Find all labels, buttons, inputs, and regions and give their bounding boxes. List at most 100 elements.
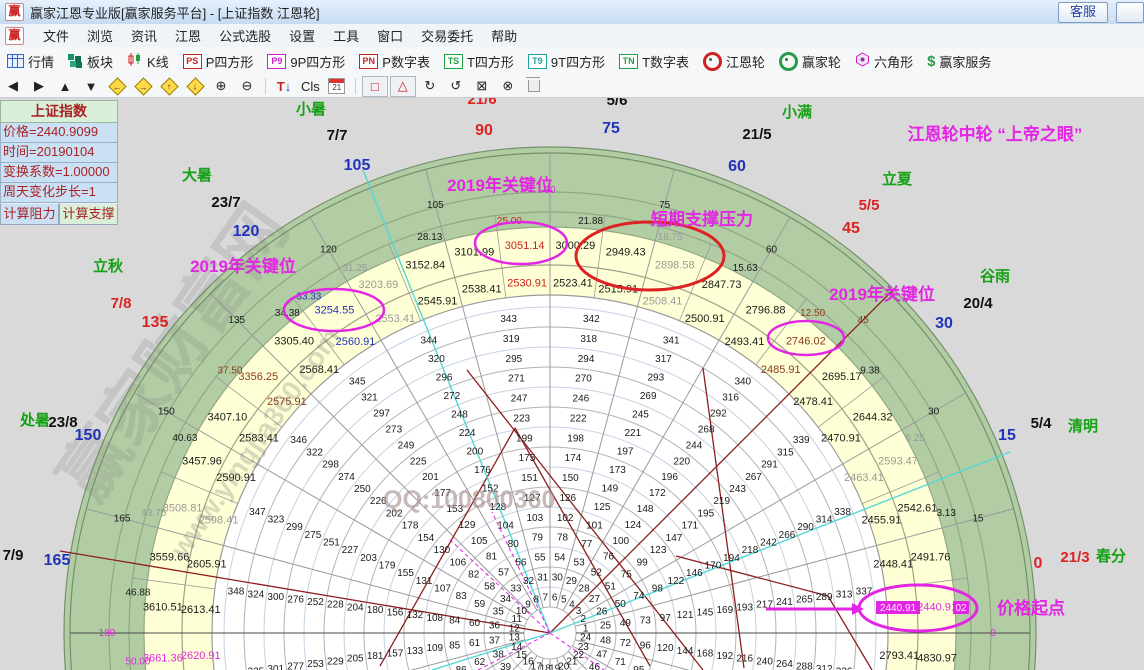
toolbar-9p-square[interactable]: P9 9P四方形	[260, 49, 352, 73]
svg-text:35: 35	[493, 607, 505, 618]
svg-text:227: 227	[342, 545, 359, 556]
svg-text:2019年关键位: 2019年关键位	[829, 284, 935, 304]
svg-text:242: 242	[760, 537, 777, 548]
svg-text:271: 271	[508, 374, 525, 385]
tool-rotate-cw[interactable]: ↻	[418, 77, 442, 96]
svg-text:296: 296	[436, 372, 453, 383]
svg-text:31: 31	[537, 572, 549, 583]
svg-text:58: 58	[484, 582, 496, 593]
svg-text:241: 241	[776, 597, 793, 608]
menu-交易委托[interactable]: 交易委托	[412, 27, 482, 46]
tool-calendar[interactable]: 21	[325, 77, 349, 96]
svg-text:165: 165	[44, 552, 71, 569]
tool-time-down[interactable]: T ↓	[272, 77, 296, 96]
tool-diamond-left[interactable]: ←	[105, 76, 129, 96]
sectors-icon	[68, 54, 83, 68]
svg-text:126: 126	[559, 493, 576, 504]
svg-text:181: 181	[367, 651, 384, 662]
menu-公式选股[interactable]: 公式选股	[210, 27, 280, 46]
tool-zoom-out[interactable]: ⊖	[235, 77, 259, 96]
svg-text:47: 47	[596, 649, 608, 660]
svg-text:267: 267	[745, 472, 762, 483]
menu-文件[interactable]: 文件	[34, 27, 78, 46]
toolbar-winner-service[interactable]: $ 赢家服务	[920, 49, 998, 73]
gann-wheel-label: 江恩轮	[726, 54, 766, 70]
toolbar-winner-wheel[interactable]: 赢家轮	[772, 49, 848, 73]
svg-text:61: 61	[469, 638, 481, 649]
toolbar-t-number-table[interactable]: TN T数字表	[612, 49, 696, 73]
svg-text:45: 45	[858, 315, 870, 326]
svg-text:195: 195	[697, 508, 714, 519]
svg-text:7/7: 7/7	[327, 127, 348, 144]
svg-text:30: 30	[928, 407, 940, 418]
tool-forward[interactable]: ▶	[27, 77, 51, 96]
gann-wheel-chart[interactable]: 1234567891011121314151617181920212223242…	[0, 0, 1144, 670]
tool-back[interactable]: ◀	[1, 77, 25, 96]
svg-text:194: 194	[723, 553, 740, 564]
tool-diamond-down[interactable]: ↓	[183, 76, 207, 96]
tool-center-mark-tool[interactable]: ⊗	[496, 77, 520, 96]
svg-text:201: 201	[422, 472, 439, 483]
tool-zoom-in[interactable]: ⊕	[209, 77, 233, 96]
svg-text:2508.41: 2508.41	[643, 296, 683, 308]
svg-text:2545.91: 2545.91	[418, 296, 458, 308]
drawing-toolbar: ◀ ▶ ▲ ▼ ← → ↑ ↓ ⊕ ⊖ T ↓ Cls 21 □ △ ↻ ↺ ⊠ ⊗	[0, 75, 1144, 98]
calc-support-button[interactable]: 计算支撑	[59, 203, 118, 225]
svg-text:347: 347	[249, 507, 266, 518]
titlebar-extra-button[interactable]	[1116, 2, 1144, 23]
tool-cls[interactable]: Cls	[298, 77, 323, 96]
svg-text:2448.41: 2448.41	[873, 559, 913, 571]
calc-resistance-button[interactable]: 计算阻力	[0, 203, 59, 225]
menu-浏览[interactable]: 浏览	[78, 27, 122, 46]
svg-text:9.38: 9.38	[860, 365, 880, 376]
svg-text:2470.91: 2470.91	[821, 433, 861, 445]
svg-text:43.75: 43.75	[141, 508, 166, 519]
toolbar-gann-wheel[interactable]: 江恩轮	[696, 49, 772, 73]
svg-text:243: 243	[729, 484, 746, 495]
svg-text:216: 216	[736, 654, 753, 665]
toolbar-9t-square[interactable]: T9 9T四方形	[521, 49, 612, 73]
svg-text:196: 196	[661, 472, 678, 483]
menu-资讯[interactable]: 资讯	[122, 27, 166, 46]
svg-text:71: 71	[615, 657, 627, 668]
menu-工具[interactable]: 工具	[324, 27, 368, 46]
svg-text:154: 154	[418, 533, 435, 544]
svg-text:2019年关键位: 2019年关键位	[447, 175, 553, 195]
svg-text:76: 76	[603, 552, 615, 563]
svg-text:3407.10: 3407.10	[208, 411, 248, 423]
svg-text:3051.14: 3051.14	[505, 240, 545, 252]
tool-page-up[interactable]: ▲	[53, 77, 77, 96]
svg-text:346: 346	[290, 435, 307, 446]
tool-box-x-tool[interactable]: ⊠	[470, 77, 494, 96]
menu-帮助[interactable]: 帮助	[482, 27, 526, 46]
tool-diamond-right[interactable]: →	[131, 76, 155, 96]
menu-江恩[interactable]: 江恩	[166, 27, 210, 46]
svg-text:2796.88: 2796.88	[746, 304, 786, 316]
svg-text:27: 27	[589, 594, 601, 605]
toolbar-kline[interactable]: K线	[120, 49, 176, 73]
customer-service-button[interactable]: 客服	[1058, 2, 1108, 23]
tool-square-tool[interactable]: □	[361, 75, 388, 97]
menu-设置[interactable]: 设置	[280, 27, 324, 46]
svg-text:228: 228	[327, 600, 344, 611]
svg-text:2620.91: 2620.91	[181, 650, 221, 662]
tool-triangle-tool[interactable]: △	[389, 75, 416, 97]
toolbar-t-square[interactable]: TS T四方形	[437, 49, 521, 73]
tool-clear-tool[interactable]	[522, 77, 546, 96]
toolbar-quotes[interactable]: 行情	[0, 49, 61, 73]
svg-text:46: 46	[589, 662, 601, 670]
quote-row-0: 价格=2440.9099	[0, 123, 118, 143]
svg-text:171: 171	[682, 521, 699, 532]
svg-text:0: 0	[990, 628, 996, 639]
toolbar-hexagon[interactable]: 六角形	[848, 49, 920, 73]
toolbar-sectors[interactable]: 板块	[61, 49, 120, 73]
tool-diamond-up[interactable]: ↑	[157, 76, 181, 96]
tool-rotate-ccw[interactable]: ↺	[444, 77, 468, 96]
svg-text:2613.41: 2613.41	[181, 604, 221, 616]
tool-page-down[interactable]: ▼	[79, 77, 103, 96]
toolbar-p-number-table[interactable]: PN P数字表	[352, 49, 437, 73]
toolbar-p-square[interactable]: PS P四方形	[176, 49, 261, 73]
svg-text:313: 313	[836, 589, 853, 600]
svg-text:219: 219	[713, 496, 730, 507]
menu-窗口[interactable]: 窗口	[368, 27, 412, 46]
